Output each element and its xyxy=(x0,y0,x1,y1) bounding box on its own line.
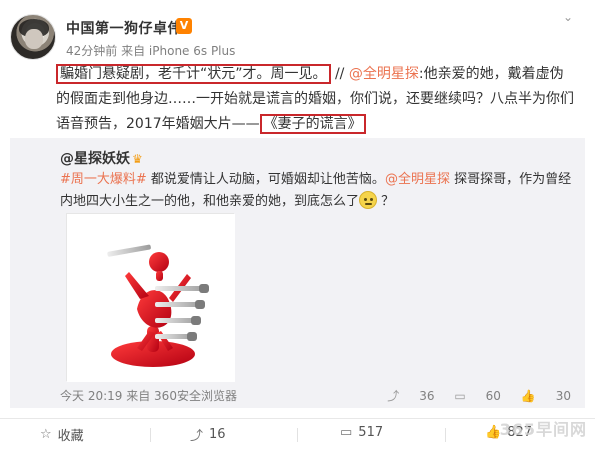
repost-author[interactable]: @星探妖妖 ♛ xyxy=(60,148,143,168)
emoji-icon xyxy=(359,191,378,209)
repost-comment-stat[interactable]: ▭ 60 xyxy=(454,389,501,403)
repost-icon: ⤴ xyxy=(387,389,400,403)
post-header: 中国第一狗仔卓伟 V 42分钟前 来自 iPhone 6s Plus xyxy=(10,10,570,66)
action-divider xyxy=(445,428,446,442)
repost-comment-count: 60 xyxy=(485,389,501,403)
user-name[interactable]: 中国第一狗仔卓伟 xyxy=(66,18,182,38)
knife-block-image xyxy=(67,214,235,382)
crown-icon: ♛ xyxy=(132,152,143,166)
post-source: 来自 iPhone 6s Plus xyxy=(121,44,236,58)
comment-icon: ▭ xyxy=(340,425,353,440)
post-meta: 42分钟前 来自 iPhone 6s Plus xyxy=(66,42,235,59)
repost-button[interactable]: ⤴ 16 xyxy=(190,425,226,444)
repost-text-a: 都说爱情让人动脑，可婚姻却让他苦恼。 xyxy=(146,172,385,187)
avatar-face xyxy=(25,29,43,49)
repost-image[interactable] xyxy=(66,213,235,382)
repost-mention[interactable]: @全明星探 xyxy=(385,172,450,187)
comment-button[interactable]: ▭ 517 xyxy=(340,425,383,440)
favorite-button[interactable]: ☆ 收藏 xyxy=(40,425,84,444)
text-separator: // xyxy=(334,66,345,82)
topic-tag[interactable]: #周一大爆料# xyxy=(60,172,147,187)
thumb-up-icon: 👍 xyxy=(520,389,536,403)
repost-repost-stat[interactable]: ⤴ 36 xyxy=(387,389,434,403)
repost-time[interactable]: 今天 20:19 xyxy=(60,389,122,403)
repost-like-count: 30 xyxy=(555,389,571,403)
comment-count: 517 xyxy=(358,425,384,440)
comment-icon: ▭ xyxy=(454,389,466,403)
repost-text: #周一大爆料# 都说爱情让人动脑，可婚姻却让他苦恼。@全明星探 探哥探哥，作为曾… xyxy=(60,169,580,213)
favorite-label: 收藏 xyxy=(57,429,84,444)
post-time[interactable]: 42分钟前 xyxy=(66,44,117,58)
repost-like-stat[interactable]: 👍 30 xyxy=(521,389,571,403)
highlight-box-2[interactable]: 《妻子的谎言》 xyxy=(259,114,366,134)
repost-footer: 今天 20:19 来自 360安全浏览器 xyxy=(60,387,237,404)
repost-card: @星探妖妖 ♛ #周一大爆料# 都说爱情让人动脑，可婚姻却让他苦恼。@全明星探 探… xyxy=(10,138,585,408)
repost-text-c: ？ xyxy=(377,194,395,209)
star-icon: ☆ xyxy=(40,427,52,442)
repost-icon: ⤴ xyxy=(190,429,204,444)
avatar[interactable] xyxy=(10,14,56,60)
repost-source: 来自 360安全浏览器 xyxy=(126,389,237,403)
repost-stats: ⤴ 36 ▭ 60 👍 30 xyxy=(371,387,571,404)
watermark: 365早间网 xyxy=(499,420,587,439)
action-divider xyxy=(297,428,298,442)
highlight-box-1: 騙婚门悬疑剧，老千计“状元”才。周一见。 xyxy=(56,64,331,84)
mention-link[interactable]: @全明星探 xyxy=(349,66,419,82)
repost-count: 16 xyxy=(209,427,226,442)
repost-author-name[interactable]: @星探妖妖 xyxy=(60,151,130,167)
post-body: 騙婚门悬疑剧，老千计“状元”才。周一见。 // @全明星探:他亲爱的她，戴着虚伪… xyxy=(56,62,576,137)
repost-repost-count: 36 xyxy=(419,389,435,403)
action-divider xyxy=(150,428,151,442)
vip-badge-icon: V xyxy=(176,18,192,34)
